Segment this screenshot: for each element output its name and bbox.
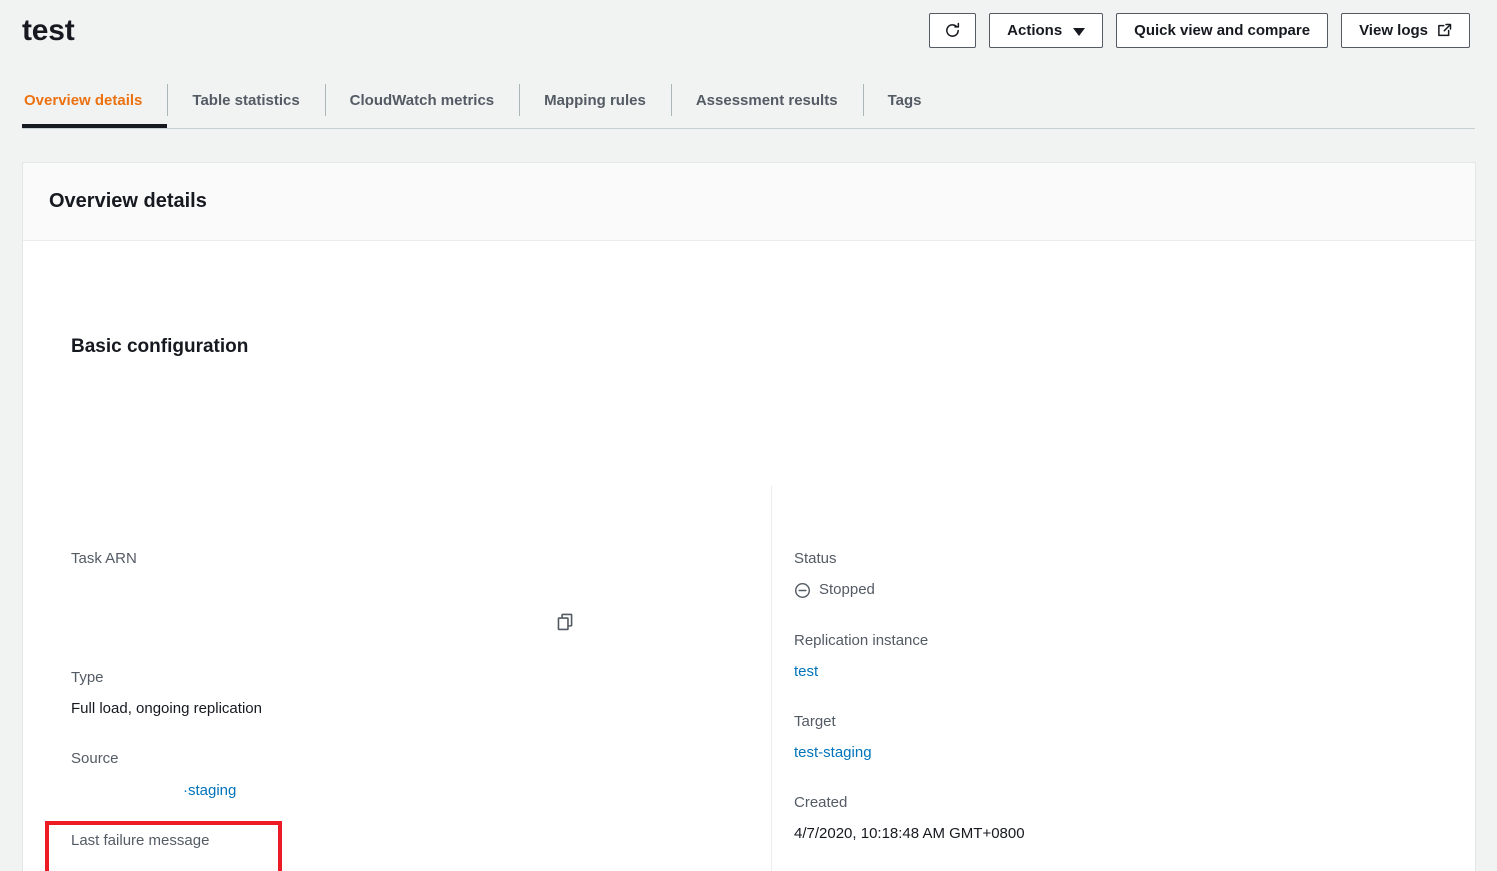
column-divider-basic: [771, 486, 772, 871]
basic-configuration-title: Basic configuration: [71, 336, 249, 357]
created-value: 4/7/2020, 10:18:48 AM GMT+0800: [794, 825, 1025, 842]
header-action-buttons: Actions Quick view and compare View logs: [929, 13, 1470, 48]
tab-cloudwatch-metrics[interactable]: CloudWatch metrics: [324, 76, 519, 124]
source-value-link[interactable]: ·staging: [183, 780, 236, 802]
tab-overview-details[interactable]: Overview details: [22, 76, 168, 128]
refresh-icon: [944, 22, 961, 39]
status-value-text: Stopped: [819, 581, 875, 598]
chevron-down-icon: [1073, 27, 1086, 36]
overview-details-card: Overview details Basic configuration Tas…: [22, 162, 1476, 871]
type-label: Type: [71, 669, 104, 686]
tab-assessment-results[interactable]: Assessment results: [670, 76, 863, 124]
tab-table-statistics-label: Table statistics: [192, 91, 300, 109]
stopped-circle-minus-icon: [794, 582, 811, 599]
quick-view-and-compare-button[interactable]: Quick view and compare: [1116, 13, 1329, 48]
quick-view-and-compare-label: Quick view and compare: [1134, 22, 1311, 39]
external-link-icon: [1437, 23, 1452, 38]
card-header: Overview details: [23, 163, 1475, 241]
page-header: test Actions Quick view and compare View…: [0, 0, 1497, 70]
created-label: Created: [794, 794, 848, 811]
tab-mapping-rules-label: Mapping rules: [544, 91, 646, 109]
view-logs-header-label: View logs: [1359, 22, 1428, 39]
actions-button-label: Actions: [1007, 22, 1063, 39]
tab-bar-divider: [22, 128, 1475, 129]
actions-button[interactable]: Actions: [989, 13, 1104, 48]
dms-task-overview-page: test Actions Quick view and compare View…: [0, 0, 1497, 871]
source-label: Source: [71, 750, 119, 767]
copy-icon: [556, 612, 575, 631]
tab-assessment-results-label: Assessment results: [695, 91, 838, 109]
card-header-title: Overview details: [49, 190, 207, 212]
target-link[interactable]: test-staging: [794, 742, 872, 764]
last-failure-message-value: -: [71, 861, 76, 871]
tab-table-statistics[interactable]: Table statistics: [167, 76, 324, 124]
task-arn-label: Task ARN: [71, 550, 137, 567]
tab-overview-details-label: Overview details: [24, 91, 143, 109]
page-title: test: [22, 14, 75, 47]
target-label: Target: [794, 713, 836, 730]
tab-tags[interactable]: Tags: [862, 76, 947, 124]
view-logs-header-button[interactable]: View logs: [1341, 13, 1470, 48]
refresh-button[interactable]: [929, 13, 977, 48]
copy-task-arn-button[interactable]: [554, 610, 576, 632]
status-label: Status: [794, 550, 837, 567]
tab-tags-label: Tags: [887, 91, 922, 109]
status-badge: Stopped: [794, 579, 875, 601]
type-value: Full load, ongoing replication: [71, 700, 262, 717]
replication-instance-link[interactable]: test: [794, 661, 818, 683]
replication-instance-label: Replication instance: [794, 632, 929, 649]
tab-bar: Overview details Table statistics CloudW…: [22, 76, 947, 128]
last-failure-message-label: Last failure message: [71, 832, 210, 849]
tab-cloudwatch-metrics-label: CloudWatch metrics: [349, 91, 495, 109]
tab-mapping-rules[interactable]: Mapping rules: [519, 76, 671, 124]
